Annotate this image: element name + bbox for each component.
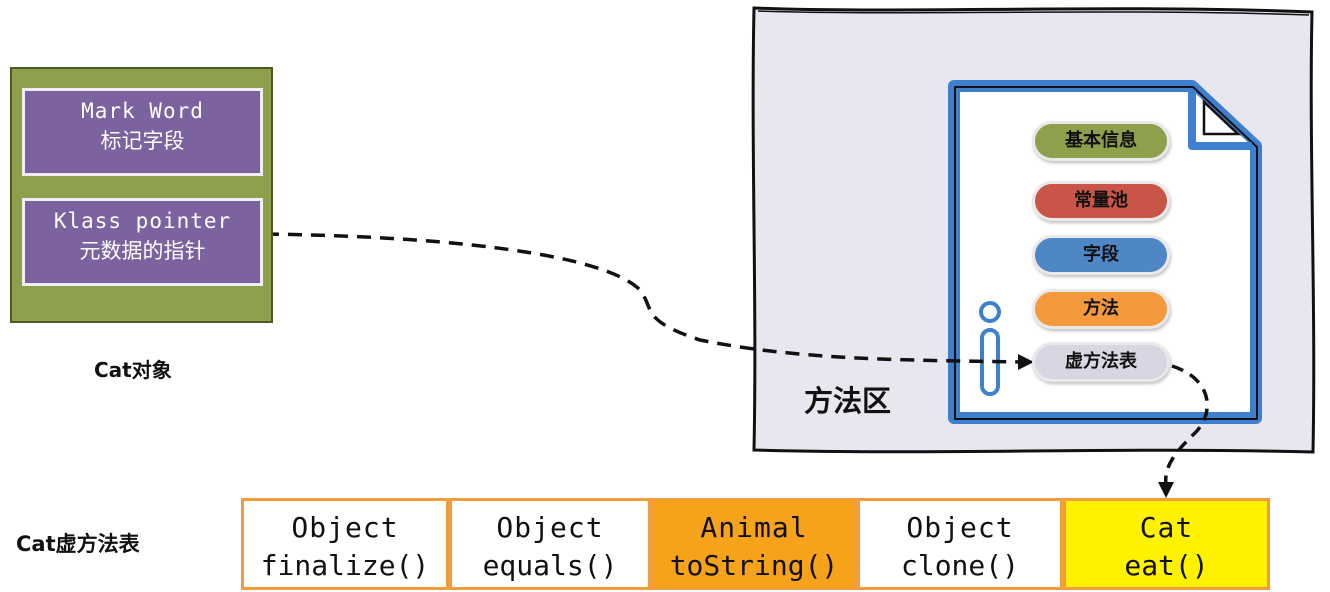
mark-word-label: Mark Word	[81, 99, 204, 123]
vtable-cell-method: clone()	[900, 549, 1019, 582]
pill-fields: 字段	[1032, 235, 1170, 275]
vtable-cell-method: finalize()	[260, 549, 430, 582]
mark-word-field: Mark Word 标记字段	[22, 88, 263, 176]
pill-basic-info: 基本信息	[1032, 121, 1170, 161]
vtable-cell-method: equals()	[482, 549, 618, 582]
vtable-cell-equals: Object equals()	[449, 498, 651, 590]
klass-pointer-sublabel: 元数据的指针	[79, 239, 206, 263]
vtable-caption: Cat虚方法表	[16, 532, 140, 556]
vtable-cell-method: eat()	[1124, 549, 1209, 582]
vtable-cell-clone: Object clone()	[857, 498, 1063, 590]
klass-pointer-label: Klass pointer	[53, 209, 232, 233]
vtable-pointer-arrow	[1163, 364, 1209, 487]
pill-methods: 方法	[1032, 289, 1170, 329]
cat-object: Mark Word 标记字段 Klass pointer 元数据的指针	[10, 67, 273, 323]
vtable-cell-class: Object	[906, 511, 1014, 544]
vtable-cell-class: Object	[291, 511, 399, 544]
cat-object-caption: Cat对象	[94, 358, 172, 382]
arrowhead-to-table	[1158, 482, 1174, 498]
vtable-cell-class: Animal	[700, 511, 808, 544]
vtable-cell-class: Cat	[1139, 511, 1194, 544]
vtable-cell-finalize: Object finalize()	[241, 498, 449, 590]
pill-constant-pool: 常量池	[1032, 181, 1170, 221]
pill-virtual-method-table: 虚方法表	[1032, 342, 1170, 382]
method-area-caption: 方法区	[804, 384, 892, 418]
mark-word-sublabel: 标记字段	[100, 129, 185, 153]
klass-pointer-arrow	[264, 232, 1025, 364]
vtable-cell-eat: Cat eat()	[1063, 498, 1270, 590]
klass-pointer-field: Klass pointer 元数据的指针	[22, 198, 263, 286]
vtable-cell-class: Object	[496, 511, 604, 544]
vtable-cell-method: toString()	[669, 549, 839, 582]
vtable-cell-tostring: Animal toString()	[651, 498, 857, 590]
